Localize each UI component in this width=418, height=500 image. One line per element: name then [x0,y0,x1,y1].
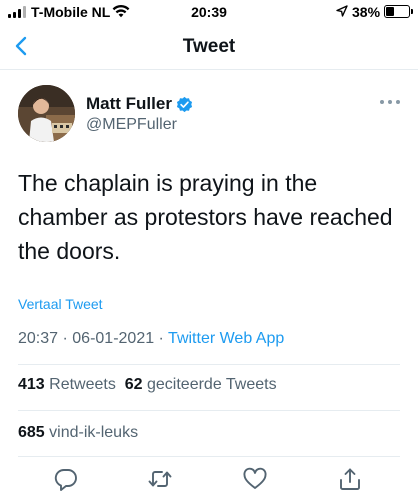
page-title: Tweet [182,36,236,57]
divider [18,456,400,457]
tweet-action-bar [0,462,418,496]
tweet-text: The chaplain is praying in the chamber a… [18,170,393,264]
status-bar: T-Mobile NL 20:39 38% [0,0,418,24]
reply-icon[interactable] [53,466,79,492]
likes-stat[interactable]: 685 vind-ik-leuks [18,424,138,442]
tweet-source-link[interactable]: Twitter Web App [168,330,284,347]
retweet-icon[interactable] [147,466,173,492]
author-handle[interactable]: @MEPFuller [86,116,177,134]
meta-separator: · [154,330,169,347]
battery-percentage: 38% [352,4,381,20]
divider [18,410,400,411]
quotes-stat[interactable]: 62 geciteerde Tweets [125,376,277,393]
quotes-label: geciteerde Tweets [147,376,277,393]
like-icon[interactable] [242,466,268,492]
engagement-stats: 413 Retweets 62 geciteerde Tweets [18,376,277,394]
avatar[interactable] [18,85,75,142]
translate-tweet-link[interactable]: Vertaal Tweet [18,296,103,312]
divider [18,364,400,365]
author-name[interactable]: Matt Fuller [86,94,172,114]
retweets-label: Retweets [49,376,116,393]
likes-label: vind-ik-leuks [49,424,139,441]
retweets-count: 413 [18,376,45,393]
share-icon[interactable] [337,466,363,492]
more-options-icon[interactable] [380,98,402,106]
author-name-row[interactable]: Matt Fuller [86,94,193,114]
tweet-time: 20:37 [18,330,59,347]
verified-badge-icon [176,96,193,112]
location-arrow-icon [336,5,348,17]
quotes-count: 62 [124,376,143,393]
tweet-timestamp: 20:37 · 06-01-2021 · Twitter Web App [18,330,284,348]
avatar-photo [18,85,75,142]
likes-count: 685 [18,424,45,441]
navigation-bar: Tweet [0,24,418,70]
tweet-date: 06-01-2021 [72,330,155,347]
meta-separator: · [58,330,73,347]
retweets-stat[interactable]: 413 Retweets [18,376,116,393]
battery-icon [384,5,413,18]
